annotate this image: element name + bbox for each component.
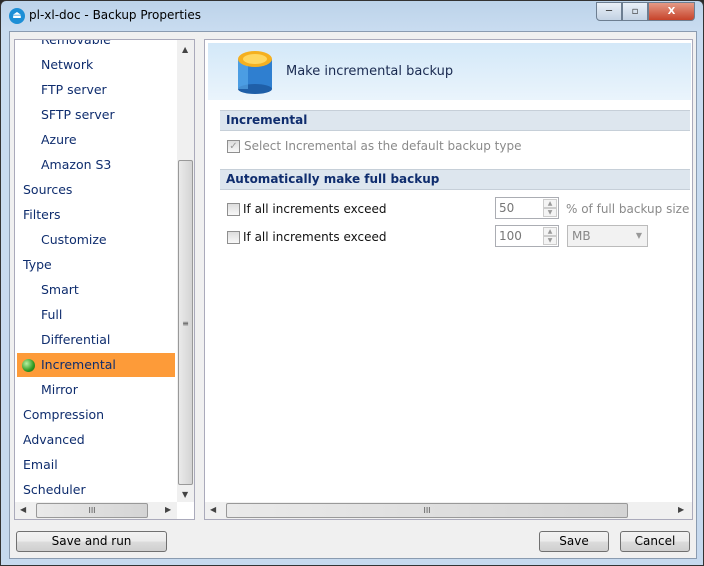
sidebar-item-label: Advanced: [23, 432, 85, 447]
sidebar-item-label: Full: [41, 307, 63, 322]
section-auto-full: Automatically make full backup: [220, 169, 690, 190]
percent-threshold-checkbox[interactable]: [227, 203, 240, 216]
percent-threshold-label: If all increments exceed: [243, 202, 387, 216]
sidebar-item-email[interactable]: Email: [17, 453, 175, 477]
size-value: 100: [499, 229, 522, 243]
percent-value: 50: [499, 201, 515, 215]
sidebar-item-label: Scheduler: [23, 482, 86, 497]
size-threshold-label: If all increments exceed: [243, 230, 387, 244]
sidebar-item-amazon-s3[interactable]: Amazon S3: [17, 153, 175, 177]
sidebar-item-advanced[interactable]: Advanced: [17, 428, 175, 452]
database-icon: [238, 51, 272, 94]
save-button[interactable]: Save: [539, 531, 609, 552]
app-icon: ⏏: [9, 8, 25, 24]
sidebar-item-differential[interactable]: Differential: [17, 328, 175, 352]
settings-panel: Make incremental backup Incremental ✓ Se…: [204, 39, 693, 520]
maximize-button[interactable]: ▫: [622, 2, 648, 21]
spin-up-icon[interactable]: ▲: [543, 199, 557, 208]
sidebar-item-customize[interactable]: Customize: [17, 228, 175, 252]
save-and-run-button[interactable]: Save and run: [16, 531, 167, 552]
sidebar-item-network[interactable]: Network: [17, 53, 175, 77]
horizontal-scrollbar[interactable]: ◀ III ▶: [15, 502, 177, 519]
spin-down-icon[interactable]: ▼: [543, 236, 557, 245]
scroll-left-icon[interactable]: ◀: [20, 505, 26, 514]
sidebar-item-full[interactable]: Full: [17, 303, 175, 327]
minimize-button[interactable]: ─: [596, 2, 622, 21]
sidebar-item-label: Customize: [41, 232, 107, 247]
spin-down-icon[interactable]: ▼: [543, 208, 557, 217]
sidebar-item-label: FTP server: [41, 82, 107, 97]
scroll-thumb-h[interactable]: III: [226, 503, 628, 518]
sidebar-item-label: SFTP server: [41, 107, 115, 122]
size-unit-value: MB: [572, 229, 591, 243]
sidebar-item-azure[interactable]: Azure: [17, 128, 175, 152]
backup-properties-window: ⏏ pl-xl-doc - Backup Properties ─ ▫ X Sc…: [0, 0, 704, 566]
section-incremental: Incremental: [220, 110, 690, 131]
vertical-scrollbar[interactable]: ▲ ≡ ▼: [177, 40, 194, 502]
sidebar-item-ftp-server[interactable]: FTP server: [17, 78, 175, 102]
close-button[interactable]: X: [648, 2, 695, 21]
sidebar-item-incremental[interactable]: Incremental: [17, 353, 175, 377]
sidebar-item-label: Amazon S3: [41, 157, 112, 172]
scroll-left-icon[interactable]: ◀: [210, 505, 216, 514]
panel-header: Make incremental backup: [208, 43, 691, 100]
spin-up-icon[interactable]: ▲: [543, 227, 557, 236]
main-horizontal-scrollbar[interactable]: ◀ III ▶: [205, 502, 692, 519]
scroll-thumb[interactable]: ≡: [178, 160, 193, 485]
sidebar-item-label: Incremental: [41, 357, 116, 372]
size-threshold-checkbox[interactable]: [227, 231, 240, 244]
sidebar-item-sources[interactable]: Sources: [17, 178, 175, 202]
sidebar-item-scheduler[interactable]: Scheduler: [17, 478, 175, 502]
sidebar-nav: Scheduler Email Advanced Compression Mirror I…: [14, 39, 195, 520]
sidebar-item-label: Email: [23, 457, 58, 472]
sidebar-item-label: Sources: [23, 182, 73, 197]
sidebar-item-type[interactable]: Type: [17, 253, 175, 277]
sidebar-item-removable[interactable]: Removable: [17, 39, 175, 52]
sidebar-item-compression[interactable]: Compression: [17, 403, 175, 427]
default-type-checkbox[interactable]: ✓: [227, 140, 240, 153]
sidebar-item-sftp-server[interactable]: SFTP server: [17, 103, 175, 127]
scroll-up-icon[interactable]: ▲: [182, 45, 188, 54]
sidebar-item-label: Mirror: [41, 382, 78, 397]
sidebar-item-label: Smart: [41, 282, 79, 297]
sidebar-item-smart[interactable]: Smart: [17, 278, 175, 302]
sidebar-item-label: Compression: [23, 407, 105, 422]
sidebar-item-filters[interactable]: Filters: [17, 203, 175, 227]
scroll-thumb-h[interactable]: III: [36, 503, 148, 518]
sidebar-item-label: Filters: [23, 207, 61, 222]
scroll-right-icon[interactable]: ▶: [165, 505, 171, 514]
selected-bullet-icon: [22, 359, 35, 372]
percent-spinner[interactable]: 50 ▲ ▼: [495, 197, 559, 219]
sidebar-item-label: Differential: [41, 332, 111, 347]
cancel-button[interactable]: Cancel: [620, 531, 690, 552]
dialog-client: Scheduler Email Advanced Compression Mirror I…: [9, 31, 697, 559]
sidebar-item-label: Network: [41, 57, 94, 72]
size-unit-dropdown[interactable]: MB ▼: [567, 225, 648, 247]
default-type-label: Select Incremental as the default backup…: [244, 139, 522, 153]
sidebar-item-label: Removable: [41, 39, 111, 47]
sidebar-item-label: Type: [23, 257, 52, 272]
sidebar-item-mirror[interactable]: Mirror: [17, 378, 175, 402]
chevron-down-icon: ▼: [635, 231, 642, 240]
percent-unit-label: % of full backup size: [566, 202, 690, 216]
window-title: pl-xl-doc - Backup Properties: [29, 8, 202, 22]
scroll-down-icon[interactable]: ▼: [182, 490, 188, 499]
sidebar-item-label: Azure: [41, 132, 77, 147]
scroll-right-icon[interactable]: ▶: [678, 505, 684, 514]
panel-title: Make incremental backup: [286, 64, 454, 79]
size-spinner[interactable]: 100 ▲ ▼: [495, 225, 559, 247]
